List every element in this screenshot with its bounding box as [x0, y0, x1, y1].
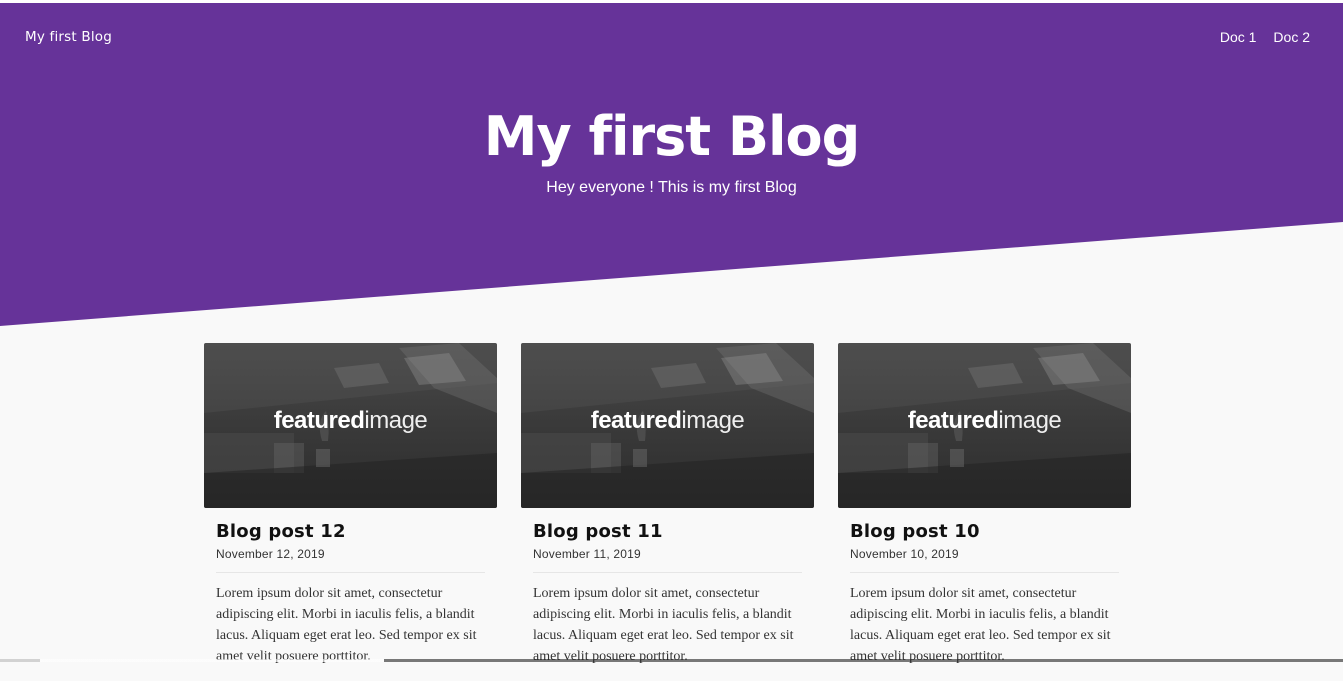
post-date: November 12, 2019	[216, 547, 325, 561]
post-card[interactable]: featuredimage Blog post 10 November 10, …	[838, 343, 1131, 681]
site-title-link[interactable]: My first Blog	[25, 29, 112, 45]
post-excerpt: Lorem ipsum dolor sit amet, consectetur …	[533, 586, 794, 664]
featured-bold-text: featured	[590, 407, 682, 434]
post-card-body: Blog post 12 November 12, 2019 Lorem ips…	[204, 521, 497, 667]
featured-light-text: image	[364, 407, 428, 434]
post-card[interactable]: featuredimage Blog post 12 November 12, …	[204, 343, 497, 681]
featured-image[interactable]: featuredimage	[521, 343, 814, 508]
post-excerpt: Lorem ipsum dolor sit amet, consectetur …	[216, 586, 477, 664]
post-list: featuredimage Blog post 12 November 12, …	[204, 343, 1131, 681]
featured-image[interactable]: featuredimage	[204, 343, 497, 508]
featured-bold-text: featured	[907, 407, 999, 434]
post-card-body: Blog post 11 November 11, 2019 Lorem ips…	[521, 521, 814, 667]
featured-bold-text: featured	[273, 407, 365, 434]
post-divider	[216, 572, 485, 573]
hero-subtitle: Hey everyone ! This is my first Blog	[546, 179, 797, 196]
post-excerpt: Lorem ipsum dolor sit amet, consectetur …	[850, 586, 1111, 664]
featured-image-caption: featuredimage	[521, 407, 814, 435]
post-title[interactable]: Blog post 11	[533, 521, 802, 542]
nav-link-doc-2[interactable]: Doc 2	[1273, 29, 1310, 45]
top-nav: Doc 1 Doc 2	[1220, 29, 1310, 45]
post-card[interactable]: featuredimage Blog post 11 November 11, …	[521, 343, 814, 681]
hero-title: My first Blog	[483, 105, 861, 168]
post-divider	[850, 572, 1119, 573]
post-divider	[533, 572, 802, 573]
hero-banner: My first Blog Doc 1 Doc 2 My first Blog …	[0, 3, 1343, 326]
post-title[interactable]: Blog post 10	[850, 521, 1119, 542]
featured-image[interactable]: featuredimage	[838, 343, 1131, 508]
featured-image-caption: featuredimage	[838, 407, 1131, 435]
post-date: November 11, 2019	[533, 547, 641, 561]
post-date: November 10, 2019	[850, 547, 959, 561]
featured-light-text: image	[681, 407, 745, 434]
post-title[interactable]: Blog post 12	[216, 521, 485, 542]
featured-light-text: image	[998, 407, 1062, 434]
nav-link-doc-1[interactable]: Doc 1	[1220, 29, 1257, 45]
post-card-body: Blog post 10 November 10, 2019 Lorem ips…	[838, 521, 1131, 667]
top-border	[0, 0, 1343, 3]
featured-image-caption: featuredimage	[204, 407, 497, 435]
